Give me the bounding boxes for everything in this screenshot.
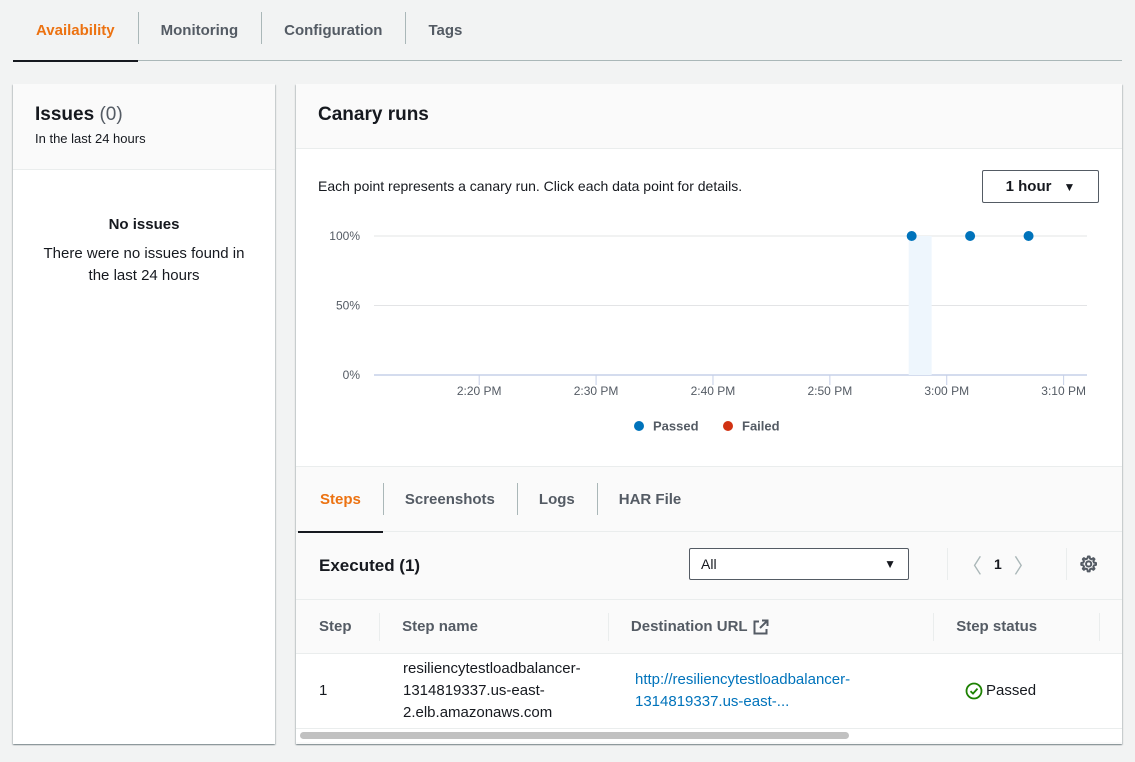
y-axis: 100% 50% 0%	[329, 229, 360, 382]
tab-label: Availability	[36, 21, 115, 39]
details-tab-bar: Steps Screenshots Logs HAR File	[296, 467, 1122, 533]
y-tick-label: 50%	[336, 299, 360, 313]
tab-label: Logs	[538, 490, 575, 508]
cell-step-status: Passed	[942, 680, 1110, 702]
x-tick-label: 2:50 PM	[808, 384, 853, 398]
top-tab-bar: Availability Monitoring Configuration Ta…	[13, 0, 1122, 62]
chevron-left-icon[interactable]: 〈	[962, 550, 982, 579]
caret-down-icon: ▼	[884, 557, 896, 571]
time-range-value: 1 hour	[1005, 178, 1052, 195]
tab-monitoring[interactable]: Monitoring	[137, 0, 261, 61]
step-name-line: 1314819337.us-east-	[403, 682, 545, 699]
x-tick-label: 3:00 PM	[924, 384, 969, 398]
external-link-icon	[753, 619, 769, 634]
cell-step-name: resiliencytestloadbalancer- 1314819337.u…	[380, 658, 612, 724]
y-tick-label: 100%	[329, 229, 360, 243]
data-point-passed[interactable]	[906, 231, 917, 241]
step-filter-select[interactable]: All ▼	[689, 548, 909, 580]
pagination: 〈 1 〉	[947, 548, 1034, 580]
canary-runs-header: Canary runs	[296, 84, 1122, 149]
x-tick-label: 2:40 PM	[691, 384, 736, 398]
status-success-icon	[965, 682, 983, 700]
tab-logs[interactable]: Logs	[516, 467, 597, 532]
column-label: Step name	[402, 618, 478, 635]
horizontal-scrollbar[interactable]	[296, 729, 1122, 742]
tab-steps[interactable]: Steps	[298, 467, 383, 533]
x-tick-label: 3:10 PM	[1041, 384, 1086, 398]
steps-table-header: Step Step name Destination URL Step stat…	[296, 600, 1122, 654]
legend-marker-failed	[723, 421, 733, 431]
issues-subtitle: In the last 24 hours	[35, 131, 146, 146]
tab-configuration[interactable]: Configuration	[261, 0, 405, 61]
y-tick-label: 0%	[343, 368, 361, 382]
run-details: Steps Screenshots Logs HAR File Executed…	[296, 466, 1122, 744]
issues-title-text: Issues	[35, 104, 95, 125]
issues-empty-state: No issues There were no issues found in …	[13, 170, 275, 287]
steps-toolbar: Executed (1) All ▼ 〈 1 〉	[296, 532, 1122, 600]
tab-screenshots[interactable]: Screenshots	[382, 467, 517, 532]
tab-label: Screenshots	[404, 490, 495, 508]
step-name-line: resiliencytestloadbalancer-	[403, 660, 581, 677]
destination-url-link[interactable]: http://resiliencytestloadbalancer- 13148…	[612, 669, 942, 713]
time-range-select[interactable]: 1 hour ▼	[982, 170, 1099, 203]
column-label: Step status	[956, 618, 1038, 635]
column-header-destination-url[interactable]: Destination URL	[607, 600, 933, 654]
tab-label: Tags	[428, 21, 463, 39]
chart-grid	[374, 235, 1087, 376]
table-row: 1 resiliencytestloadbalancer- 1314819337…	[296, 654, 1122, 729]
chart-legend: Passed Failed	[634, 419, 780, 434]
caret-down-icon: ▼	[1063, 179, 1076, 194]
column-header-step-status[interactable]: Step status	[933, 600, 1099, 654]
tab-label: Configuration	[284, 21, 383, 39]
scrollbar-thumb[interactable]	[300, 732, 849, 739]
x-tick-label: 2:30 PM	[574, 384, 619, 398]
empty-state-title: No issues	[108, 216, 180, 233]
legend-label-passed: Passed	[653, 419, 699, 434]
data-point-passed[interactable]	[1023, 231, 1034, 241]
column-label: Step	[319, 618, 352, 635]
cell-step: 1	[319, 682, 328, 699]
x-axis: 2:20 PM 2:30 PM 2:40 PM 2:50 PM 3:00 PM 3:10 …	[457, 375, 1086, 398]
executed-count-title: Executed (1)	[319, 556, 421, 575]
tab-label: Monitoring	[160, 21, 239, 39]
canary-runs-chart: 100% 50% 0% 2:20 PM 2:30 PM 2:40 PM 2:50 PM 3:…	[329, 229, 1087, 434]
tab-tags[interactable]: Tags	[405, 0, 485, 61]
chart-highlight	[908, 236, 932, 375]
tab-availability[interactable]: Availability	[13, 0, 138, 62]
issues-title: Issues (0)	[35, 104, 253, 126]
canary-runs-title: Canary runs	[318, 104, 429, 125]
column-header-step-name[interactable]: Step name	[379, 600, 608, 654]
status-text: Passed	[986, 682, 1037, 699]
url-line: http://resiliencytestloadbalancer-	[635, 671, 851, 688]
issues-panel: Issues (0) In the last 24 hours No issue…	[13, 84, 275, 744]
tab-label: HAR File	[618, 490, 682, 508]
tab-label: Steps	[320, 490, 361, 508]
data-point-passed[interactable]	[965, 231, 976, 241]
table-settings-button[interactable]	[1066, 548, 1108, 580]
legend-marker-passed	[634, 421, 644, 431]
selected-run-highlight	[908, 236, 932, 375]
chevron-right-icon[interactable]: 〉	[1014, 550, 1034, 579]
issues-count: (0)	[99, 104, 123, 125]
page-number-1[interactable]: 1	[994, 556, 1002, 572]
filter-value: All	[701, 556, 717, 572]
column-header-step[interactable]: Step	[296, 600, 379, 654]
issues-header: Issues (0) In the last 24 hours	[13, 84, 275, 170]
gear-icon	[1079, 555, 1097, 573]
column-label: Destination URL	[630, 618, 748, 635]
empty-state-description: There were no issues found in the last 2…	[43, 245, 245, 284]
canary-runs-description: Each point represents a canary run. Clic…	[318, 178, 743, 194]
legend-label-failed: Failed	[742, 419, 780, 434]
tab-har-file[interactable]: HAR File	[596, 467, 704, 532]
column-header-extra	[1099, 600, 1122, 654]
x-tick-label: 2:20 PM	[457, 384, 502, 398]
url-line: 1314819337.us-east-...	[635, 693, 790, 710]
canary-runs-panel: Canary runs Each point represents a cana…	[296, 84, 1122, 744]
step-name-line: 2.elb.amazonaws.com	[403, 704, 553, 721]
